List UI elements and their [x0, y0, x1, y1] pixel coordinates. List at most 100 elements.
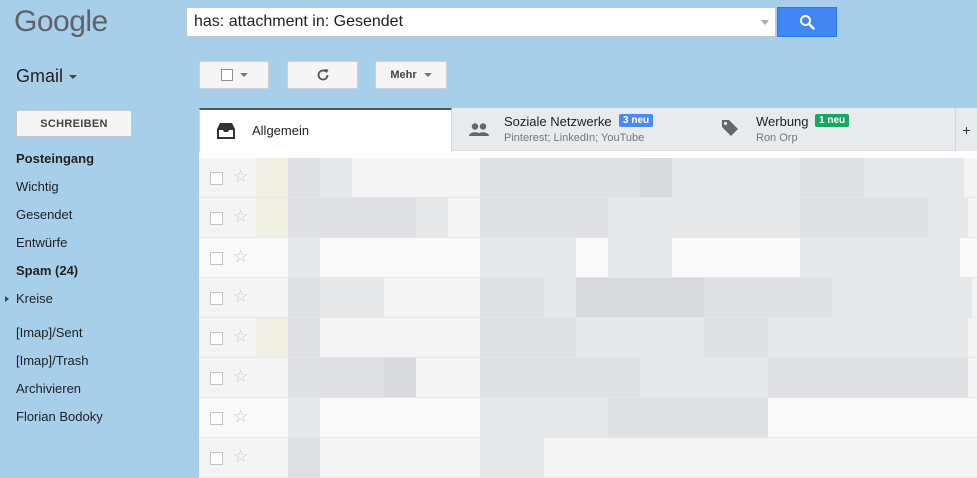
main-panel: Allgemein Soziale Netzwerke 3 neu Pinter… — [199, 108, 977, 478]
table-row[interactable]: ☆ — [199, 358, 977, 398]
tab-subtitle: Ron Orp — [756, 132, 798, 144]
blurred-subject — [704, 318, 768, 357]
table-row[interactable]: ☆ — [199, 198, 977, 238]
select-button[interactable] — [199, 61, 269, 89]
sidebar-item-label: Kreise — [16, 291, 53, 306]
blurred-subject — [480, 438, 544, 477]
blurred-sender — [384, 358, 416, 397]
add-tab-button[interactable]: + — [955, 108, 977, 151]
sidebar-item-imap-trash[interactable]: [Imap]/Trash — [0, 347, 180, 375]
search-box[interactable] — [186, 7, 776, 37]
blurred-subject — [608, 238, 672, 277]
blurred-sender — [320, 278, 384, 317]
blurred-sender — [256, 198, 288, 237]
more-label: Mehr — [390, 69, 417, 81]
row-checkbox[interactable] — [210, 172, 223, 185]
sidebar-nav: Posteingang Wichtig Gesendet Entwürfe Sp… — [0, 145, 180, 431]
row-checkbox[interactable] — [210, 412, 223, 425]
more-button[interactable]: Mehr — [375, 61, 447, 89]
table-row[interactable]: ☆ — [199, 398, 977, 438]
search-options-icon[interactable] — [761, 20, 769, 25]
blurred-subject — [800, 238, 960, 277]
row-checkbox[interactable] — [210, 212, 223, 225]
search-icon — [800, 15, 815, 30]
inbox-icon — [217, 123, 235, 139]
row-checkbox[interactable] — [210, 452, 223, 465]
blurred-subject — [480, 238, 576, 277]
sidebar-item-spam[interactable]: Spam (24) — [0, 257, 180, 285]
row-checkbox[interactable] — [210, 332, 223, 345]
blurred-subject — [928, 198, 968, 237]
row-checkbox[interactable] — [210, 252, 223, 265]
sidebar-item-circles[interactable]: Kreise — [0, 285, 180, 313]
chevron-down-icon — [239, 73, 248, 77]
sidebar-item-sent[interactable]: Gesendet — [0, 201, 180, 229]
table-row[interactable]: ☆ — [199, 158, 977, 198]
tab-social[interactable]: Soziale Netzwerke 3 neu Pinterest; Linke… — [452, 108, 704, 151]
star-icon[interactable]: ☆ — [233, 447, 248, 467]
sidebar-item-imap-sent[interactable]: [Imap]/Sent — [0, 319, 180, 347]
sidebar-item-important[interactable]: Wichtig — [0, 173, 180, 201]
blurred-subject — [768, 318, 968, 357]
blurred-sender — [256, 318, 288, 357]
refresh-button[interactable] — [287, 61, 358, 89]
table-row[interactable]: ☆ — [199, 318, 977, 358]
google-logo[interactable]: Google — [14, 5, 108, 39]
sidebar-item-inbox[interactable]: Posteingang — [0, 145, 180, 173]
expand-arrow-icon[interactable] — [5, 296, 9, 302]
new-count-badge: 3 neu — [619, 114, 654, 127]
tag-icon — [722, 120, 738, 136]
blurred-subject — [640, 358, 768, 397]
message-list: ☆ ☆ ☆ ☆ ☆ ☆ ☆ ☆ — [199, 158, 977, 478]
sidebar-item-archive[interactable]: Archivieren — [0, 375, 180, 403]
blurred-subject — [672, 158, 800, 197]
blurred-subject — [800, 198, 928, 237]
blurred-subject — [608, 398, 768, 437]
blurred-sender — [288, 398, 320, 437]
chevron-down-icon — [69, 75, 78, 80]
blurred-sender — [320, 158, 352, 197]
blurred-subject — [544, 278, 576, 317]
blurred-sender — [288, 238, 320, 277]
search-input[interactable] — [187, 8, 761, 36]
blurred-sender — [416, 198, 448, 237]
star-icon[interactable]: ☆ — [233, 327, 248, 347]
star-icon[interactable]: ☆ — [233, 167, 248, 187]
tab-promotions[interactable]: Werbung 1 neu Ron Orp — [704, 108, 955, 151]
blurred-sender — [288, 358, 384, 397]
blurred-subject — [480, 318, 576, 357]
gmail-menu[interactable]: Gmail — [16, 66, 78, 87]
blurred-sender — [288, 198, 416, 237]
compose-button[interactable]: SCHREIBEN — [16, 110, 132, 137]
table-row[interactable]: ☆ — [199, 238, 977, 278]
refresh-icon — [317, 69, 328, 81]
star-icon[interactable]: ☆ — [233, 207, 248, 227]
blurred-sender — [288, 158, 320, 197]
blurred-subject — [576, 278, 704, 317]
checkbox-icon — [220, 69, 233, 81]
star-icon[interactable]: ☆ — [233, 407, 248, 427]
blurred-subject — [480, 358, 640, 397]
star-icon[interactable]: ☆ — [233, 287, 248, 307]
tab-subtitle: Pinterest; LinkedIn; YouTube — [504, 132, 645, 144]
blurred-subject — [832, 278, 972, 317]
category-tabs: Allgemein Soziale Netzwerke 3 neu Pinter… — [199, 108, 977, 152]
gmail-label: Gmail — [16, 66, 64, 86]
search-button[interactable] — [777, 7, 837, 37]
star-icon[interactable]: ☆ — [233, 247, 248, 267]
new-count-badge: 1 neu — [815, 114, 850, 127]
table-row[interactable]: ☆ — [199, 278, 977, 318]
blurred-sender — [288, 318, 320, 357]
tab-primary[interactable]: Allgemein — [199, 108, 452, 152]
blurred-subject — [480, 198, 608, 237]
blurred-subject — [480, 398, 608, 437]
people-icon — [469, 123, 489, 136]
blurred-subject — [608, 198, 800, 237]
row-checkbox[interactable] — [210, 372, 223, 385]
sidebar-item-drafts[interactable]: Entwürfe — [0, 229, 180, 257]
blurred-subject — [640, 158, 672, 197]
star-icon[interactable]: ☆ — [233, 367, 248, 387]
sidebar-item-florian-bodoky[interactable]: Florian Bodoky — [0, 403, 180, 431]
row-checkbox[interactable] — [210, 292, 223, 305]
table-row[interactable]: ☆ — [199, 438, 977, 478]
